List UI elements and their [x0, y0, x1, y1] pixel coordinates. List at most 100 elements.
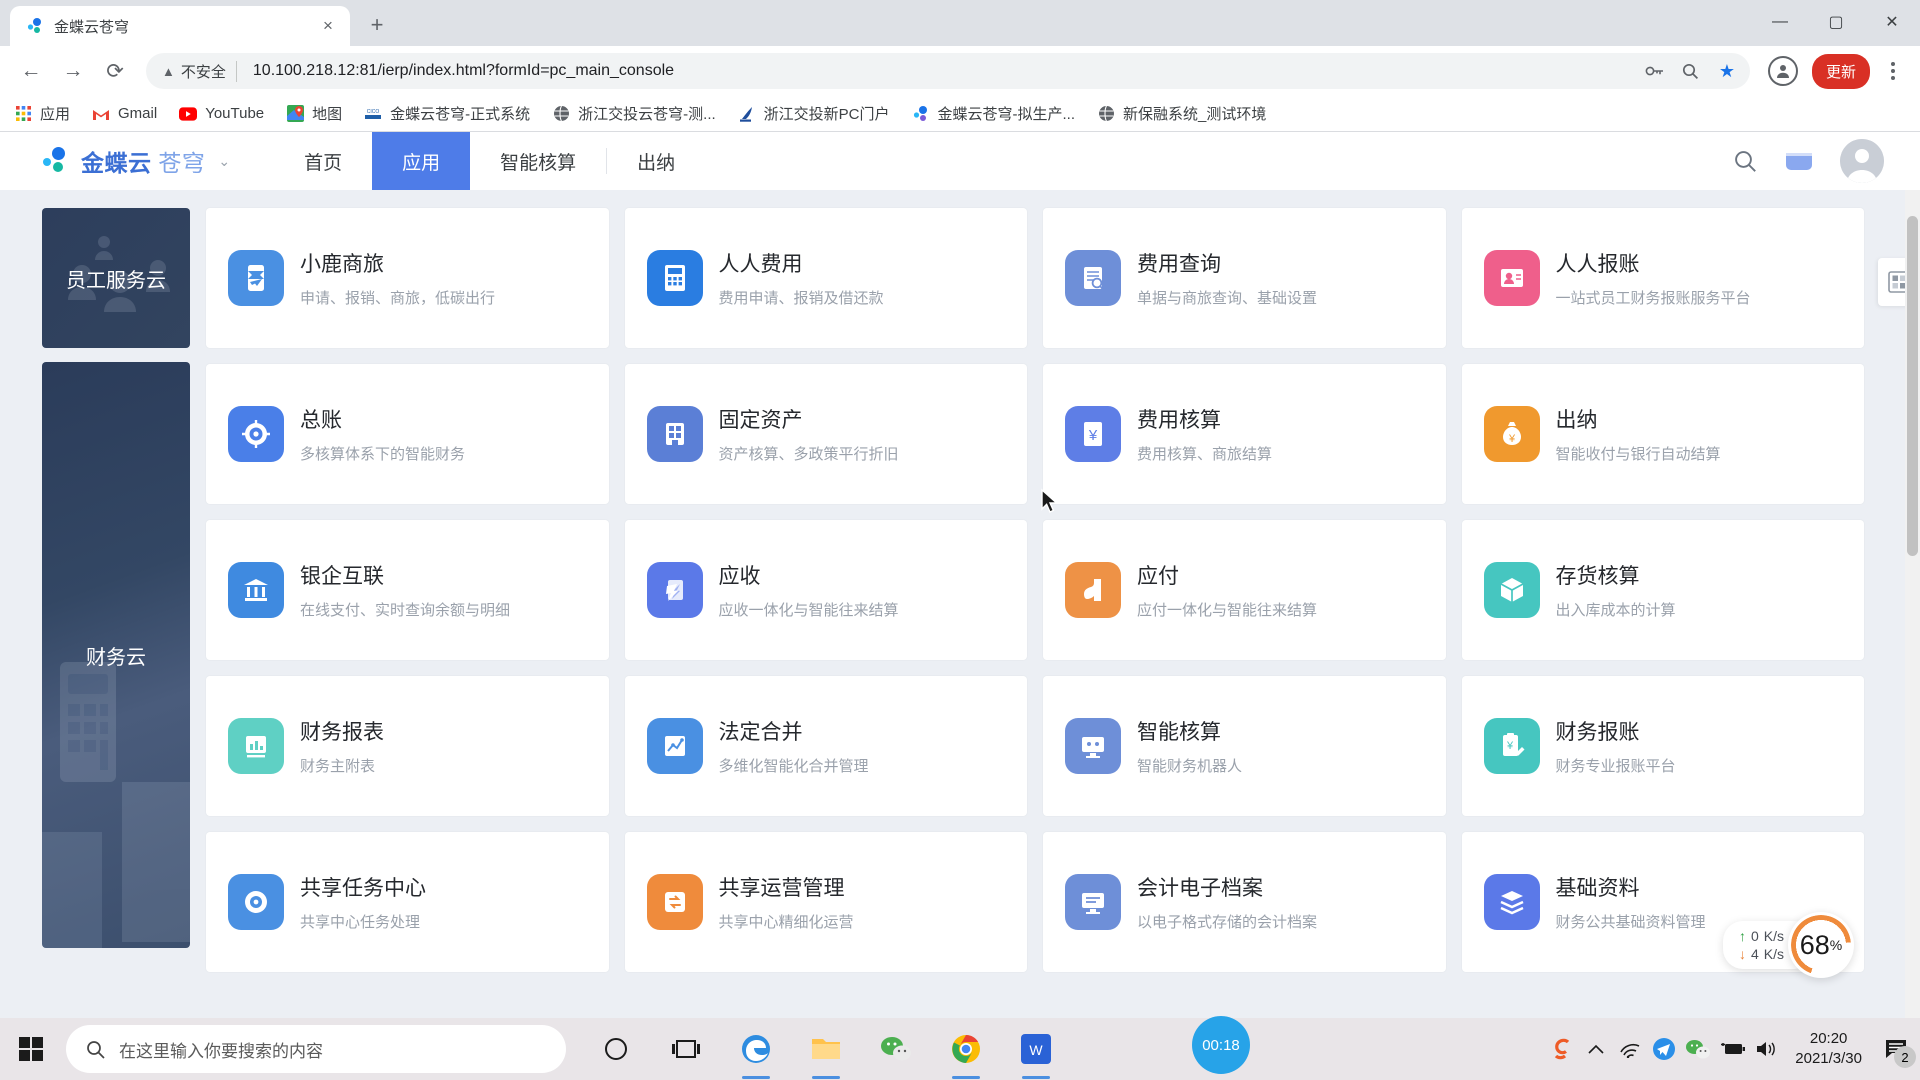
nav-item-home[interactable]: 首页: [274, 132, 372, 190]
app-card-general-ledger[interactable]: 总账 多核算体系下的智能财务: [206, 364, 609, 504]
layers-icon: [1483, 874, 1540, 930]
nav-item-cashier[interactable]: 出纳: [607, 132, 705, 190]
nav-item-apps[interactable]: 应用: [372, 132, 471, 190]
bookmark-gmail[interactable]: Gmail: [92, 105, 157, 123]
app-card-text: 应付 应付一体化与智能往来结算: [1137, 560, 1317, 620]
wps-icon[interactable]: W: [1016, 1029, 1056, 1079]
scrollbar-thumb[interactable]: [1907, 216, 1918, 556]
chevron-up-icon[interactable]: [1579, 1018, 1613, 1080]
magnifier-icon[interactable]: [1676, 56, 1706, 86]
bookmark-apps[interactable]: 应用: [14, 103, 70, 124]
app-card-sub: 费用核算、商旅结算: [1137, 446, 1273, 463]
app-card-financial-reimbursement[interactable]: ¥ 财务报账 财务专业报账平台: [1461, 676, 1864, 816]
bookmark-maps[interactable]: 地图: [286, 103, 342, 124]
portal-icon: [738, 105, 756, 123]
app-card-shared-operations[interactable]: 共享运营管理 共享中心精细化运营: [624, 832, 1027, 972]
app-card-statutory-consolidation[interactable]: 法定合并 多维化智能化合并管理: [624, 676, 1027, 816]
svg-text:¥: ¥: [1507, 433, 1515, 445]
app-card-sub: 财务专业报账平台: [1555, 758, 1676, 775]
wechat-icon[interactable]: [876, 1029, 916, 1069]
bookmark-baorong-test[interactable]: 新保融系统_测试环境: [1097, 103, 1266, 124]
system-monitor-widget[interactable]: ↑ 0 K/s ↓ 4 K/s 68 %: [1722, 912, 1854, 978]
app-card-financial-report[interactable]: 财务报表 财务主附表: [206, 676, 609, 816]
chrome-icon[interactable]: [946, 1029, 986, 1079]
upload-unit: K/s: [1763, 928, 1784, 944]
address-bar[interactable]: ▲ 不安全 10.100.218.12:81/ierp/index.html?f…: [146, 53, 1750, 89]
app-card-smart-accounting[interactable]: 智能核算 智能财务机器人: [1043, 676, 1446, 816]
app-card-everyone-expense[interactable]: 人人费用 费用申请、报销及借还款: [624, 208, 1027, 348]
browser-menu-icon[interactable]: [1878, 62, 1908, 80]
bookmark-zjjt-portal[interactable]: 浙江交投新PC门户: [738, 103, 890, 124]
task-view-icon[interactable]: [666, 1029, 706, 1069]
app-card-inventory-accounting[interactable]: 存货核算 出入库成本的计算: [1461, 520, 1864, 660]
sogou-icon[interactable]: [1545, 1018, 1579, 1080]
search-icon: [87, 1040, 105, 1059]
app-card-text: 人人费用 费用申请、报销及借还款: [719, 248, 884, 308]
key-icon[interactable]: [1640, 56, 1670, 86]
app-card-title: 基础资料: [1555, 877, 1640, 900]
app-card-accounting-archive[interactable]: 会计电子档案 以电子格式存储的会计档案: [1043, 832, 1446, 972]
kingdee-dots-icon: [912, 105, 930, 123]
star-icon[interactable]: ★: [1712, 56, 1742, 86]
nav-item-smart-accounting[interactable]: 智能核算: [470, 132, 606, 190]
cpu-usage-ring[interactable]: 68 %: [1788, 912, 1854, 978]
app-card-expense-query[interactable]: 费用查询 单据与商旅查询、基础设置: [1043, 208, 1446, 348]
close-icon[interactable]: ×: [316, 14, 340, 38]
profile-avatar-icon[interactable]: [1767, 56, 1798, 86]
reload-icon[interactable]: ⟳: [96, 52, 134, 90]
notification-center-icon[interactable]: 2: [1874, 1018, 1920, 1080]
apps-grid-wrap: 员工服务云 财务云 小鹿商旅 申请、报销、商旅，低碳出行 人人费用 费用申请、报…: [0, 190, 1920, 972]
app-card-receivable[interactable]: 应收 应收一体化与智能往来结算: [624, 520, 1027, 660]
browser-tab[interactable]: 金蝶云苍穹 ×: [10, 6, 350, 46]
download-unit: K/s: [1763, 946, 1784, 962]
app-card-expense-accounting[interactable]: ¥ 费用核算 费用核算、商旅结算: [1043, 364, 1446, 504]
robot-monitor-icon: [1065, 718, 1121, 774]
back-icon[interactable]: ←: [12, 52, 50, 90]
wechat-icon[interactable]: [1681, 1018, 1715, 1080]
app-logo[interactable]: 金蝶云 苍穹 ⌄: [42, 144, 230, 178]
window-close-button[interactable]: ✕: [1864, 0, 1920, 44]
bookmark-kingdee-staging[interactable]: 金蝶云苍穹-拟生产...: [912, 103, 1075, 124]
category-employee-service-cloud[interactable]: 员工服务云: [42, 208, 190, 348]
app-card-cashier[interactable]: ¥ 出纳 智能收付与银行自动结算: [1461, 364, 1864, 504]
bookmark-label: Gmail: [118, 105, 158, 122]
bookmark-zjjt-test[interactable]: 浙江交投云苍穹-测...: [552, 103, 716, 124]
wifi-icon[interactable]: [1613, 1018, 1647, 1080]
taskbar-clock[interactable]: 20:20 2021/3/30: [1783, 1029, 1874, 1070]
app-card-payable[interactable]: 应付 应付一体化与智能往来结算: [1043, 520, 1446, 660]
maximize-button[interactable]: ▢: [1808, 0, 1864, 44]
new-tab-button[interactable]: +: [360, 8, 394, 42]
file-explorer-icon[interactable]: [806, 1029, 846, 1079]
search-icon[interactable]: [1733, 149, 1758, 174]
battery-charging-icon[interactable]: [1715, 1018, 1749, 1080]
chevron-down-icon[interactable]: ⌄: [218, 153, 230, 170]
app-card-everyone-reimbursement[interactable]: 人人报账 一站式员工财务报账服务平台: [1461, 208, 1864, 348]
forward-icon[interactable]: →: [54, 52, 92, 90]
app-card-fixed-assets[interactable]: 固定资产 资产核算、多政策平行折旧: [624, 364, 1027, 504]
ledger-icon: [228, 406, 284, 462]
taskbar-search-input[interactable]: 在这里输入你要搜索的内容: [66, 1025, 566, 1073]
bookmark-kingdee-prod[interactable]: CICO 金蝶云苍穹-正式系统: [364, 103, 530, 124]
minimize-button[interactable]: —: [1752, 0, 1808, 44]
timer-badge[interactable]: 00:18: [1192, 1016, 1250, 1074]
bookmark-youtube[interactable]: YouTube: [179, 105, 264, 123]
volume-icon[interactable]: [1749, 1018, 1783, 1080]
app-card-title: 人人报账: [1555, 253, 1640, 276]
page-scrollbar[interactable]: [1905, 190, 1920, 1018]
building-asset-icon: [646, 406, 703, 462]
app-card-bank-enterprise[interactable]: 银企互联 在线支付、实时查询余额与明细: [206, 520, 609, 660]
bank-icon: [228, 562, 284, 618]
windows-start-icon[interactable]: [0, 1018, 62, 1080]
category-finance-cloud[interactable]: 财务云: [42, 362, 190, 948]
app-card-text: 财务报账 财务专业报账平台: [1556, 716, 1676, 776]
user-avatar[interactable]: [1840, 139, 1884, 183]
update-button[interactable]: 更新: [1811, 53, 1870, 89]
app-card-travel[interactable]: 小鹿商旅 申请、报销、商旅，低碳出行: [206, 208, 609, 348]
download-value: 4: [1750, 946, 1759, 962]
edge-icon[interactable]: [736, 1029, 776, 1079]
app-card-shared-task-center[interactable]: 共享任务中心 共享中心任务处理: [206, 832, 609, 972]
app-card-title: 费用查询: [1137, 253, 1221, 276]
telegram-icon[interactable]: [1647, 1018, 1681, 1080]
inbox-icon[interactable]: [1784, 150, 1814, 172]
cortana-circle-icon[interactable]: [596, 1029, 636, 1069]
